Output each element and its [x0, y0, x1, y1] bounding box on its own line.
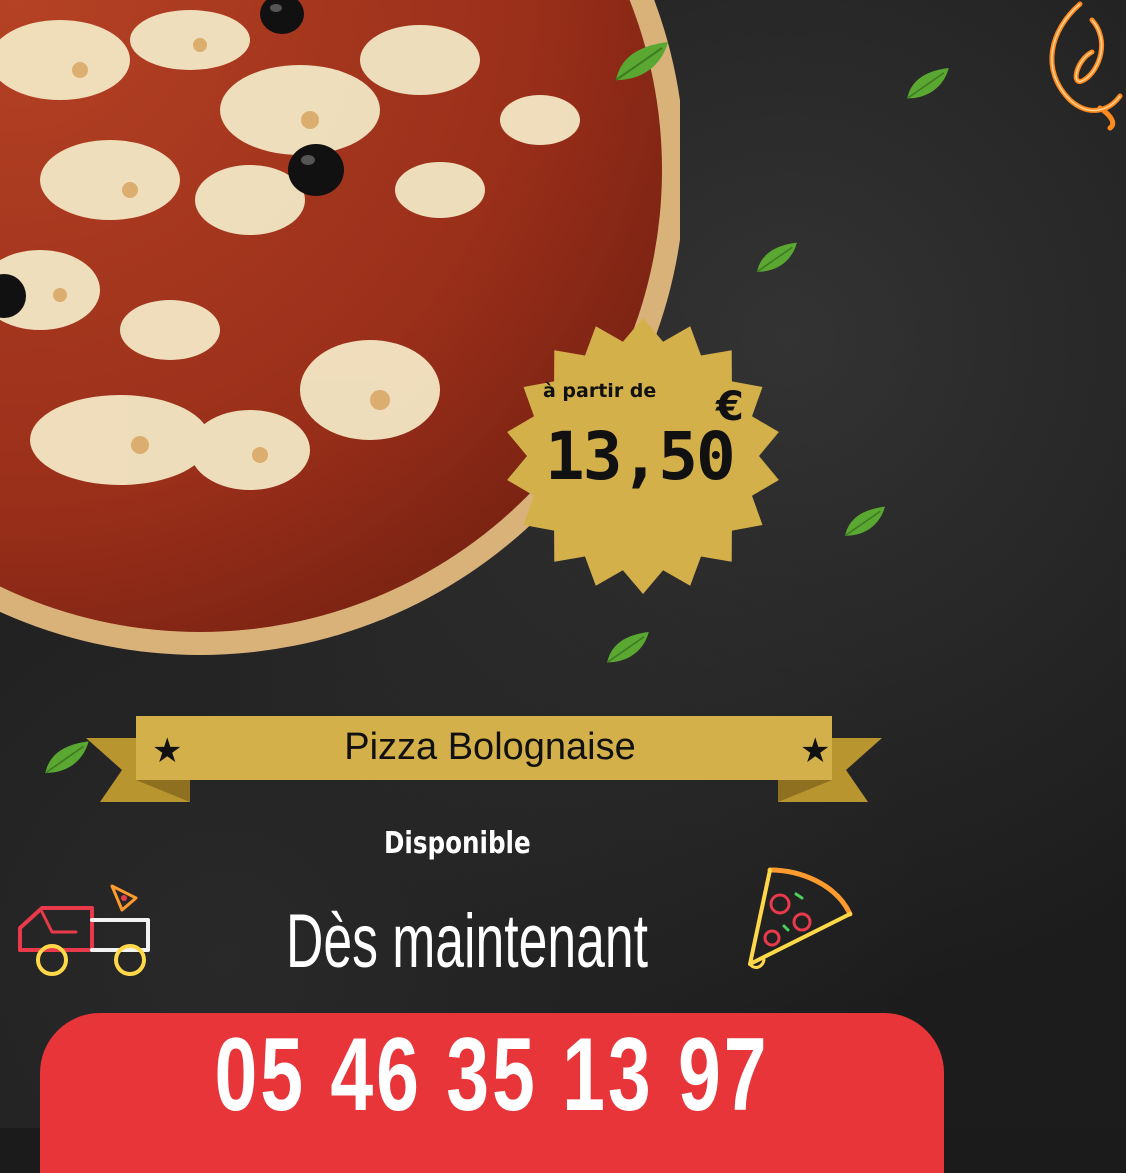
basil-leaf-icon: [606, 632, 649, 664]
basil-leaf-icon: [844, 506, 885, 537]
availability-time: Dès maintenant: [286, 899, 648, 984]
price-currency: €: [716, 384, 744, 430]
basil-leaf-icon: [756, 242, 797, 273]
basil-leaf-icon: [44, 741, 89, 774]
price-prefix: à partir de: [543, 380, 657, 402]
flame-logo-icon: [1049, 1, 1123, 131]
price-value: 13,50: [545, 418, 736, 495]
star-icon: ★: [800, 731, 831, 771]
basil-leaf-icon: [906, 68, 949, 100]
delivery-truck-icon: [18, 884, 150, 976]
star-icon: ★: [152, 731, 183, 771]
basil-leaf-icon: [615, 42, 668, 81]
availability-label: Disponible: [384, 826, 531, 861]
phone-number[interactable]: 05 46 35 13 97: [158, 1016, 827, 1135]
pizza-name: Pizza Bolognaise: [344, 726, 636, 768]
pizza-slice-icon: [748, 867, 853, 969]
